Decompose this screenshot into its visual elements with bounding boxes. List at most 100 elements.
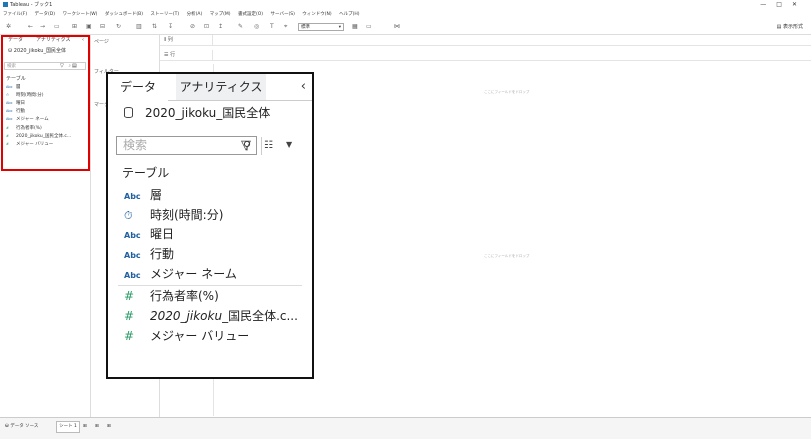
show-me-label: 表示形式 (782, 24, 803, 30)
new-sheet-icon[interactable]: ⊟ (100, 20, 105, 34)
rows-shelf[interactable]: ☰ 行 (160, 50, 811, 61)
number-type-icon: # (124, 289, 135, 303)
columns-label-text: 列 (167, 37, 173, 43)
highlight-box (1, 35, 90, 171)
label-icon[interactable]: ◎ (254, 20, 259, 34)
zoomed-field-item[interactable]: Abc 層 (124, 186, 162, 204)
zoomed-field-item[interactable]: # メジャー バリュー (124, 327, 249, 345)
sort-desc-icon[interactable]: ↥ (218, 20, 223, 34)
field-name: 層 (150, 188, 163, 202)
field-name: メジャー ネーム (150, 267, 237, 281)
zoomed-field-item[interactable]: Abc 行動 (124, 245, 174, 263)
zoomed-pane-tabs: データ アナリティクス ‹ (108, 74, 312, 102)
datetime-type-icon: ⏱ (124, 209, 133, 222)
database-icon (124, 107, 133, 118)
menu-map[interactable]: マップ(M) (210, 12, 231, 17)
redo-icon[interactable]: → (40, 20, 45, 34)
pause-update-icon[interactable]: ▣ (86, 20, 92, 34)
sort-asc-icon[interactable]: ↧ (168, 20, 173, 34)
datasource-tab-label: データ ソース (10, 424, 39, 429)
undo-icon[interactable]: ← (28, 20, 33, 34)
menu-worksheet[interactable]: ワークシート(W) (62, 12, 97, 17)
menu-story[interactable]: ストーリー(T) (150, 12, 179, 17)
menu-server[interactable]: サーバー(S) (271, 12, 295, 17)
maximize-button[interactable]: □ (776, 1, 792, 8)
field-name-italic: 2020_jikoku (150, 309, 223, 323)
new-datasource-icon[interactable]: ⊞ (72, 20, 77, 34)
zoomed-field-item[interactable]: Abc 曜日 (124, 225, 174, 243)
highlight-icon[interactable]: ✎ (238, 20, 243, 34)
menu-analysis[interactable]: 分析(A) (187, 12, 203, 17)
pin-icon[interactable]: ⌖ (284, 20, 287, 34)
swap-icon[interactable]: ⇅ (152, 20, 157, 34)
sheet-tab[interactable]: シート 1 (56, 421, 80, 433)
string-type-icon: Abc (124, 271, 141, 280)
view-list-icon[interactable]: ☷ (264, 140, 273, 151)
new-story-icon[interactable]: ⊞ (107, 421, 111, 433)
zoomed-tab-data[interactable]: データ (108, 74, 168, 102)
string-type-icon: Abc (124, 192, 141, 201)
filter-icon[interactable]: ▽ (241, 138, 251, 153)
menu-window[interactable]: ウィンドウ(N) (302, 12, 331, 17)
close-button[interactable]: ✕ (792, 1, 807, 8)
zoomed-field-item[interactable]: # 行為者率(%) (124, 287, 219, 305)
toolbar-divider (261, 137, 262, 155)
datasource-tab[interactable]: ⛁ データ ソース (5, 421, 38, 433)
group-icon[interactable]: ⊡ (204, 20, 209, 34)
show-me-button[interactable]: ▤ 表示形式 (777, 20, 803, 34)
chevron-down-icon[interactable]: ▼ (286, 140, 292, 149)
number-type-icon: # (124, 329, 135, 343)
rows-shelf-label: ☰ 行 (164, 50, 175, 60)
minimize-button[interactable]: — (760, 1, 776, 8)
menu-data[interactable]: データ(D) (35, 12, 55, 17)
dimension-measure-divider (118, 285, 302, 286)
zoomed-field-item[interactable]: #2020_jikoku_国民全体.c... (124, 307, 298, 325)
presentation-icon[interactable]: ▭ (366, 20, 372, 34)
zoomed-tab-analytics[interactable]: アナリティクス (176, 74, 266, 100)
zoomed-field-item[interactable]: ⏱ 時刻(時間:分) (124, 206, 223, 224)
chart-icon[interactable]: ▥ (136, 20, 142, 34)
drop-zone-center[interactable]: ここにフィールドをドロップ (484, 254, 529, 259)
zoomed-datasource-name: 2020_jikoku_国民全体 (145, 106, 271, 120)
zoomed-table-heading: テーブル (122, 166, 170, 180)
zoomed-field-item[interactable]: Abc メジャー ネーム (124, 265, 237, 283)
string-type-icon: Abc (124, 231, 141, 240)
fit-select-value: 標準 (301, 25, 310, 30)
zoomed-search-placeholder: 検索 (123, 138, 148, 152)
collapse-icon[interactable]: ‹ (301, 74, 306, 100)
zoomed-data-pane: データ アナリティクス ‹ 2020_jikoku_国民全体 検索 ⚲ ▽ ☷ … (106, 72, 314, 379)
text-format-icon[interactable]: T (270, 20, 274, 34)
clear-icon[interactable]: ⊘ (190, 20, 195, 34)
zoomed-datasource-item[interactable]: 2020_jikoku_国民全体 (124, 104, 270, 121)
tableau-home-icon[interactable]: ✲ (6, 20, 11, 34)
field-name-rest: _国民全体.c... (222, 309, 298, 323)
title-bar: Tableau - ブック1 (0, 0, 811, 10)
string-type-icon: Abc (124, 251, 141, 260)
fit-select[interactable]: 標準 ▾ (298, 23, 344, 31)
columns-shelf-label: ⦀ 列 (164, 35, 173, 45)
new-worksheet-icon[interactable]: ⊞ (83, 421, 87, 433)
window-title: Tableau - ブック1 (10, 2, 53, 8)
fit-icon[interactable]: ▦ (352, 20, 358, 34)
field-name: 行動 (150, 247, 175, 261)
field-name: 曜日 (150, 227, 175, 241)
menu-bar: ファイル(F) データ(D) ワークシート(W) ダッシュボード(B) ストーリ… (0, 10, 811, 20)
rows-label-text: 行 (170, 52, 176, 58)
drop-zone-top[interactable]: ここにフィールドをドロップ (484, 90, 529, 95)
menu-dashboard[interactable]: ダッシュボード(B) (105, 12, 143, 17)
field-name: 行為者率(%) (150, 289, 219, 303)
columns-shelf[interactable]: ⦀ 列 (160, 35, 811, 46)
save-icon[interactable]: ▭ (54, 20, 60, 34)
field-name: メジャー バリュー (150, 329, 250, 343)
menu-format[interactable]: 書式設定(O) (238, 12, 263, 17)
zoomed-search-input[interactable]: 検索 ⚲ (116, 136, 257, 155)
sheet-tab-bar: ⛁ データ ソース シート 1 ⊞ ⊞ ⊞ (0, 417, 811, 439)
share-icon[interactable]: ⋈ (394, 20, 400, 34)
chevron-down-icon: ▾ (338, 25, 341, 30)
menu-help[interactable]: ヘルプ(H) (339, 12, 359, 17)
duplicate-icon[interactable]: ↻ (116, 20, 121, 34)
pages-shelf-label: ページ (94, 39, 109, 45)
new-dashboard-icon[interactable]: ⊞ (95, 421, 99, 433)
menu-file[interactable]: ファイル(F) (3, 12, 27, 17)
number-type-icon: # (124, 309, 135, 323)
